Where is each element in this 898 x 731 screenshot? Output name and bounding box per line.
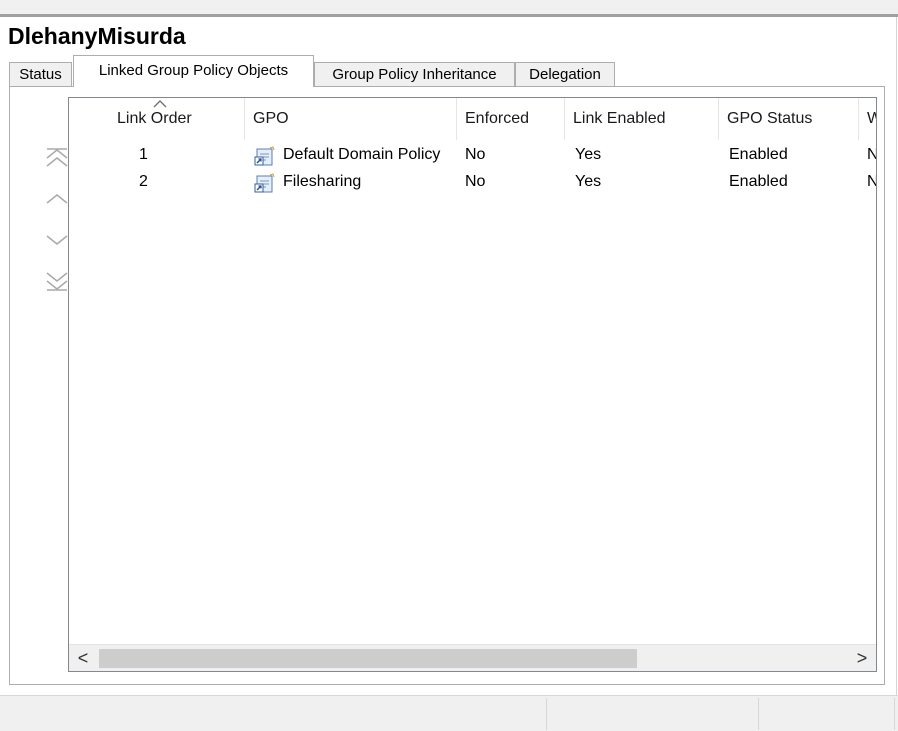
column-header-label: WMI Filter: [867, 110, 876, 127]
status-bar: [0, 695, 898, 731]
cell-link-order: 2: [139, 173, 148, 190]
move-to-top-button[interactable]: [43, 146, 71, 170]
horizontal-scrollbar[interactable]: < >: [69, 644, 876, 671]
move-down-button[interactable]: [43, 228, 71, 252]
scroll-left-button[interactable]: <: [71, 645, 95, 671]
move-to-top-icon: [46, 148, 68, 167]
column-header-label: GPO: [253, 110, 289, 127]
table-row[interactable]: 2 Filesharing No Yes Enabled None: [69, 168, 876, 196]
column-header-label: Link Order: [117, 110, 192, 127]
status-bar-pane: [0, 698, 547, 730]
cell-enforced: No: [465, 146, 486, 163]
cell-gpo-name: Filesharing: [283, 173, 362, 190]
scroll-thumb[interactable]: [99, 649, 637, 668]
column-header-label: Enforced: [465, 110, 530, 127]
gpmc-window: DlehanyMisurda Status Linked Group Polic…: [0, 0, 898, 731]
cell-wmi-filter: None: [867, 168, 876, 196]
status-bar-pane: [759, 698, 895, 730]
move-to-bottom-button[interactable]: [43, 269, 71, 293]
move-up-button[interactable]: [43, 187, 71, 211]
sort-ascending-icon: [153, 100, 167, 108]
table-row[interactable]: 1 Default Domain Policy No Yes Enabled N…: [69, 141, 876, 169]
gpo-link-icon: [254, 173, 275, 193]
column-header-label: GPO Status: [727, 110, 813, 127]
cell-link-enabled: Yes: [575, 146, 602, 163]
cell-link-order: 1: [139, 146, 148, 163]
cell-wmi-filter: None: [867, 141, 876, 169]
cell-gpo-status: Enabled: [729, 146, 788, 163]
top-strip: [0, 0, 898, 14]
move-down-icon: [46, 235, 68, 245]
column-header-label: Link Enabled: [573, 110, 666, 127]
gpo-link-icon: [254, 146, 275, 166]
column-header-enforced[interactable]: Enforced: [457, 98, 565, 140]
tab-linked-group-policy-objects[interactable]: Linked Group Policy Objects: [73, 55, 314, 87]
column-header-link-enabled[interactable]: Link Enabled: [565, 98, 719, 140]
tab-delegation[interactable]: Delegation: [515, 62, 615, 86]
tab-status[interactable]: Status: [9, 62, 72, 86]
container-title: DlehanyMisurda: [8, 23, 186, 49]
cell-link-enabled: Yes: [575, 173, 602, 190]
cell-gpo-status: Enabled: [729, 173, 788, 190]
column-header-gpo[interactable]: GPO: [245, 98, 457, 140]
scroll-right-button[interactable]: >: [850, 645, 874, 671]
column-header-wmi-filter[interactable]: WMI Filter: [859, 98, 876, 140]
status-bar-pane: [547, 698, 759, 730]
tab-group-policy-inheritance[interactable]: Group Policy Inheritance: [314, 62, 515, 86]
move-to-bottom-icon: [46, 272, 68, 291]
move-up-icon: [46, 194, 68, 204]
cell-gpo-name: Default Domain Policy: [283, 146, 441, 163]
column-header-link-order[interactable]: Link Order: [69, 98, 245, 140]
linked-gpo-list[interactable]: Link Order GPO Enforced Link Enabled GPO…: [68, 97, 877, 672]
cell-enforced: No: [465, 173, 486, 190]
column-header-gpo-status[interactable]: GPO Status: [719, 98, 859, 140]
